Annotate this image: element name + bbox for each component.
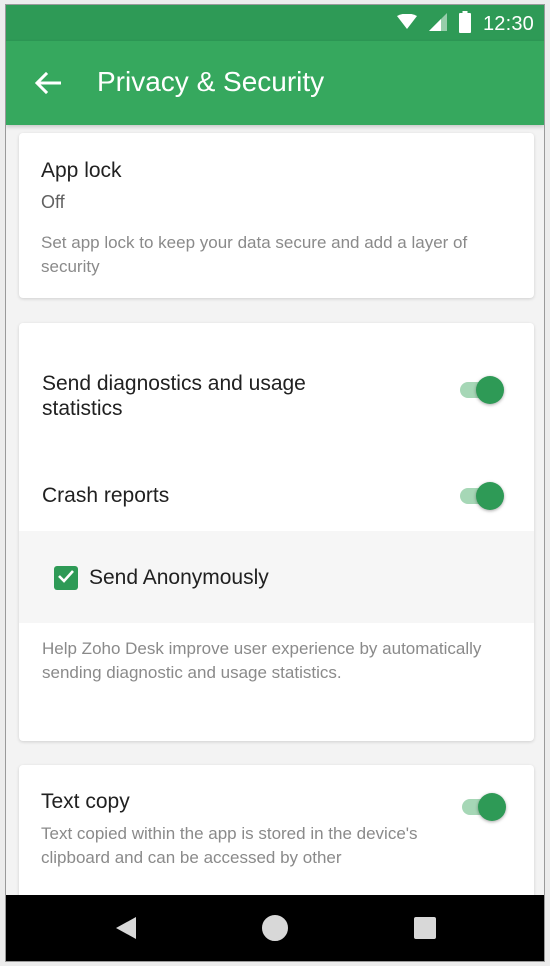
battery-icon: [458, 11, 471, 38]
nav-home-button[interactable]: [258, 913, 292, 947]
nav-back-icon: [115, 916, 137, 945]
send-anonymously-checkbox[interactable]: [54, 566, 78, 590]
nav-recents-button[interactable]: [408, 913, 442, 947]
status-bar: 12:30: [6, 5, 544, 41]
app-lock-title: App lock: [41, 159, 122, 182]
crash-reports-label: Crash reports: [42, 484, 170, 507]
send-diagnostics-toggle[interactable]: [460, 372, 506, 406]
send-anonymously-label: Send Anonymously: [89, 566, 269, 589]
phone-screen: 12:30 Privacy & Security App lock Off Se…: [5, 4, 545, 962]
status-icons: 12:30: [396, 11, 534, 38]
text-copy-description: Text copied within the app is stored in …: [41, 824, 418, 867]
toggle-thumb: [478, 793, 506, 821]
send-anonymously-row[interactable]: Send Anonymously: [19, 531, 534, 623]
status-time: 12:30: [482, 13, 534, 35]
text-copy-toggle[interactable]: [462, 789, 508, 823]
text-copy-title: Text copy: [41, 790, 130, 813]
navigation-bar: [6, 895, 544, 961]
checkmark-icon: [57, 569, 75, 588]
signal-icon: [428, 13, 447, 36]
app-lock-value: Off: [41, 192, 65, 212]
nav-recents-icon: [414, 916, 436, 944]
send-diagnostics-label: Send diagnostics and usage statistics: [42, 372, 306, 420]
back-button[interactable]: [26, 63, 70, 107]
wifi-icon: [396, 13, 417, 35]
diagnostics-description: Help Zoho Desk improve user experience b…: [42, 639, 482, 682]
app-bar: Privacy & Security: [6, 41, 544, 125]
back-arrow-icon: [34, 71, 62, 99]
text-copy-card: Text copy Text copied within the app is …: [19, 765, 534, 895]
crash-reports-toggle[interactable]: [460, 478, 506, 512]
app-lock-card[interactable]: App lock Off Set app lock to keep your d…: [19, 133, 534, 298]
diagnostics-card: Send diagnostics and usage statistics Cr…: [19, 323, 534, 741]
settings-list: App lock Off Set app lock to keep your d…: [6, 125, 544, 895]
toggle-thumb: [476, 376, 504, 404]
toggle-thumb: [476, 482, 504, 510]
page-title: Privacy & Security: [97, 66, 325, 97]
app-lock-description: Set app lock to keep your data secure an…: [41, 233, 468, 276]
nav-home-icon: [260, 913, 290, 948]
nav-back-button[interactable]: [109, 913, 143, 947]
